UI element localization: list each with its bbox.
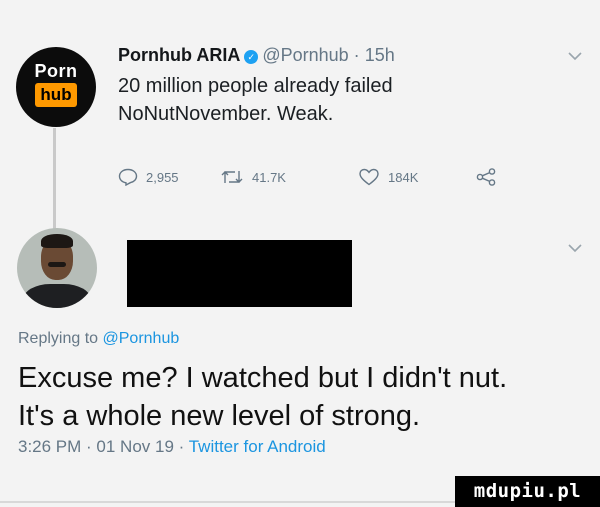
like-count: 184K <box>388 169 419 185</box>
client-app-link[interactable]: Twitter for Android <box>189 437 326 456</box>
reply-timestamp[interactable]: 3:26 PM · 01 Nov 19 · <box>18 437 184 456</box>
tweet-actions: 2,955 41.7K 184K <box>118 168 538 192</box>
thread-line <box>53 128 56 233</box>
replying-handle-link[interactable]: @Pornhub <box>103 330 180 347</box>
verified-badge-icon: ✓ <box>244 50 259 64</box>
reply-button[interactable]: 2,955 <box>118 168 179 186</box>
avatar-logo-box: hub <box>35 83 77 107</box>
pornhub-avatar[interactable]: Porn hub <box>16 47 96 127</box>
tweet-text: 20 million people already failed NoNutNo… <box>118 72 538 128</box>
share-button[interactable] <box>476 168 496 186</box>
share-icon <box>476 168 496 186</box>
reply-icon <box>118 168 138 186</box>
tweet-header: Pornhub ARIA ✓ @Pornhub · 15h <box>118 44 395 66</box>
tweet-text-line: 20 million people already failed <box>118 75 393 97</box>
avatar-mustache <box>48 262 66 267</box>
chevron-down-icon[interactable] <box>568 48 582 66</box>
retweet-count: 41.7K <box>252 169 286 185</box>
retweet-button[interactable]: 41.7K <box>220 168 286 186</box>
avatar-hair <box>41 234 73 248</box>
author-name[interactable]: Pornhub ARIA <box>118 45 240 65</box>
reply-text-line: It's a whole new level of strong. <box>18 400 421 432</box>
author-handle[interactable]: @Pornhub <box>262 45 348 65</box>
tweet-time[interactable]: 15h <box>365 45 395 65</box>
reply-text: Excuse me? I watched but I didn't nut. I… <box>18 359 588 435</box>
site-watermark: mdupiu.pl <box>455 476 600 507</box>
replying-prefix: Replying to <box>18 330 99 347</box>
chevron-down-icon[interactable] <box>568 240 582 258</box>
reply-count: 2,955 <box>146 169 179 185</box>
like-button[interactable]: 184K <box>358 168 418 186</box>
user-avatar[interactable] <box>17 228 97 308</box>
avatar-logo-top: Porn <box>34 61 78 81</box>
avatar-shirt <box>23 284 91 308</box>
retweet-icon <box>220 168 244 186</box>
reply-timestamp-row: 3:26 PM · 01 Nov 19 · Twitter for Androi… <box>18 437 326 457</box>
replying-to: Replying to @Pornhub <box>18 330 179 348</box>
reply-text-line: Excuse me? I watched but I didn't nut. <box>18 362 508 394</box>
tweet-text-line: NoNutNovember. Weak. <box>118 103 334 125</box>
like-icon <box>358 168 380 186</box>
meta-separator: · <box>353 45 360 65</box>
redacted-username-block <box>127 240 352 307</box>
